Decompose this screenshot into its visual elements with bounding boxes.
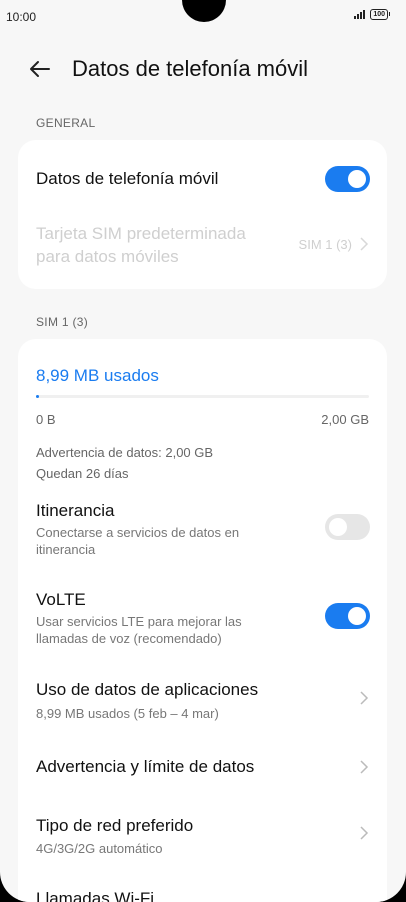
- network-type-sub: 4G/3G/2G automático: [36, 841, 163, 856]
- mobile-data-toggle[interactable]: [325, 166, 370, 192]
- roaming-sub-line2: itinerancia: [36, 542, 96, 557]
- roaming-sub-line1: Conectarse a servicios de datos en: [36, 525, 240, 540]
- chevron-right-icon: [360, 237, 369, 251]
- data-usage-label[interactable]: 8,99 MB usados: [36, 366, 159, 386]
- page-title: Datos de telefonía móvil: [72, 56, 309, 81]
- usage-bar-min: 0 B: [36, 412, 56, 427]
- chevron-right-icon: [360, 691, 369, 705]
- sim-card: 8,99 MB usados 0 B 2,00 GB Advertencia d…: [18, 339, 387, 902]
- header: Datos de telefonía móvil: [28, 56, 308, 82]
- volte-toggle[interactable]: [325, 603, 370, 629]
- app-usage-title: Uso de datos de aplicaciones: [36, 680, 259, 699]
- battery-icon: 100: [370, 9, 390, 20]
- volte-title: VoLTE: [36, 590, 86, 609]
- chevron-right-icon: [360, 826, 369, 840]
- chevron-right-icon: [360, 760, 369, 774]
- days-left-text: Quedan 26 días: [36, 466, 129, 481]
- camera-notch: [182, 0, 226, 22]
- status-time: 10:00: [6, 10, 37, 24]
- screen: 10:00 100 Datos de telefonía móvil GENER…: [0, 0, 406, 902]
- default-sim-label-line1: Tarjeta SIM predeterminada: [36, 224, 246, 243]
- general-card: Datos de telefonía móvil Tarjeta SIM pre…: [18, 140, 387, 289]
- wifi-calls-title[interactable]: Llamadas Wi-Fi: [36, 889, 154, 902]
- roaming-toggle[interactable]: [325, 514, 370, 540]
- volte-sub-line1: Usar servicios LTE para mejorar las: [36, 614, 242, 629]
- roaming-title: Itinerancia: [36, 501, 115, 520]
- usage-progress-fill: [36, 395, 40, 398]
- section-label-sim: SIM 1 (3): [36, 315, 89, 329]
- volte-sub-line2: llamadas de voz (recomendado): [36, 631, 222, 646]
- usage-bar-max: 2,00 GB: [321, 412, 369, 427]
- data-warning-text: Advertencia de datos: 2,00 GB: [36, 445, 214, 460]
- network-type-title: Tipo de red preferido: [36, 816, 194, 835]
- signal-icon: [354, 10, 366, 19]
- usage-progress-bar: [36, 395, 369, 398]
- default-sim-value: SIM 1 (3): [298, 237, 352, 252]
- back-arrow-icon[interactable]: [28, 57, 52, 81]
- default-sim-label-line2: para datos móviles: [36, 247, 179, 266]
- section-label-general: GENERAL: [36, 116, 96, 130]
- status-icons: 100: [354, 9, 390, 20]
- app-usage-sub: 8,99 MB usados (5 feb – 4 mar): [36, 706, 219, 721]
- data-limit-title: Advertencia y límite de datos: [36, 757, 255, 776]
- mobile-data-label: Datos de telefonía móvil: [36, 169, 219, 188]
